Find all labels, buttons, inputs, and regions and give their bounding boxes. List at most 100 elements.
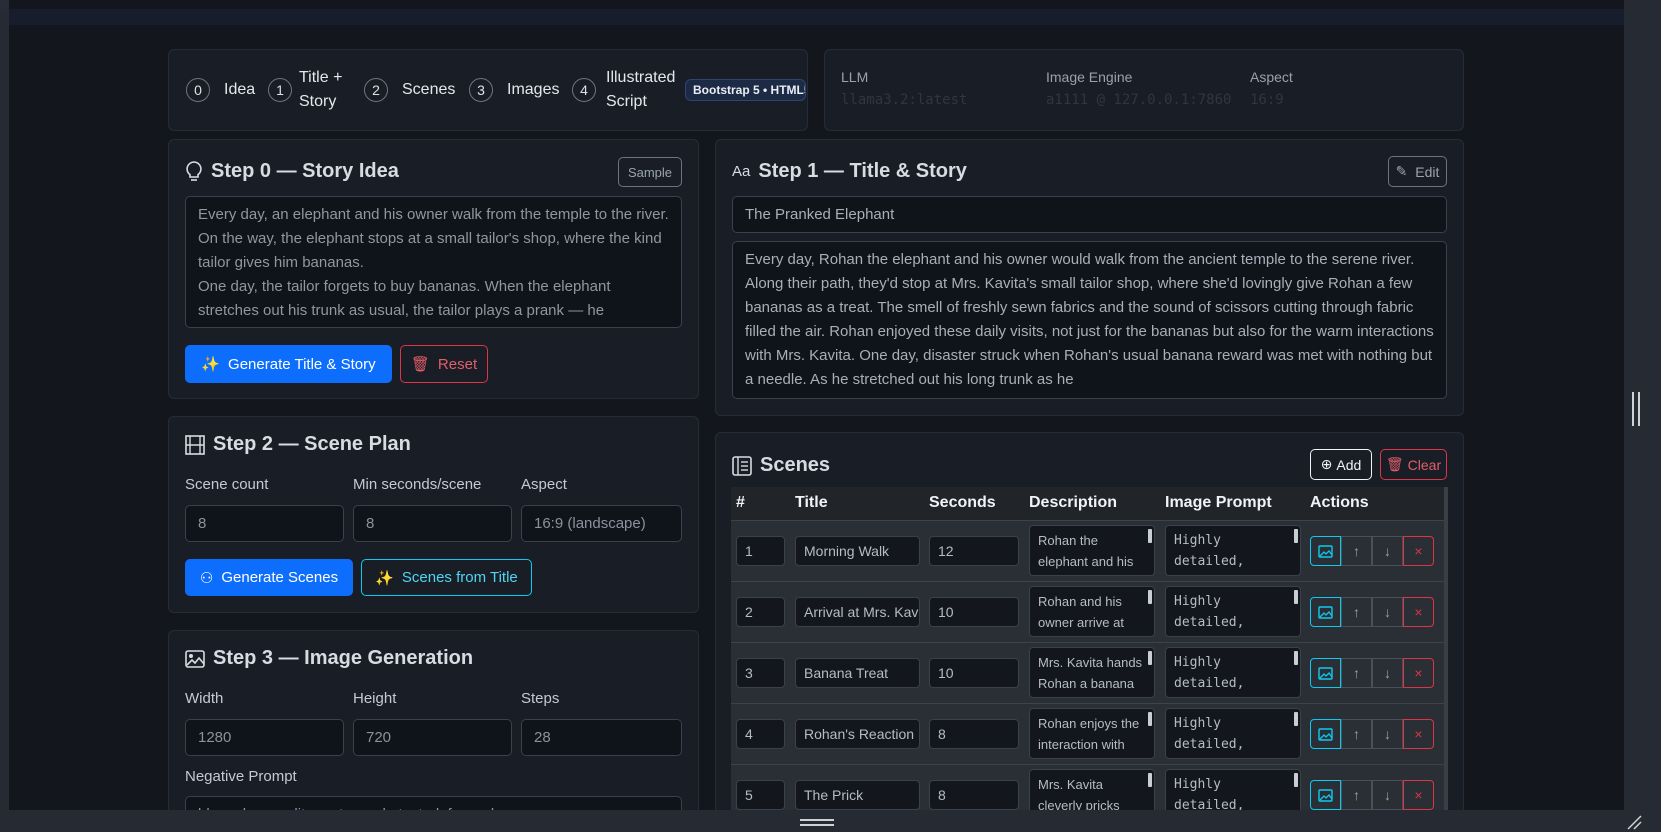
scene-image-prompt-textarea[interactable]: Highly detailed, xyxy=(1165,525,1301,576)
textarea-scrollbar[interactable] xyxy=(1148,773,1152,787)
scene-title-input[interactable]: Morning Walk xyxy=(795,536,920,566)
story-title-input[interactable]: The Pranked Elephant xyxy=(732,196,1447,233)
scene-image-prompt-textarea[interactable]: Highly detailed, xyxy=(1165,647,1301,698)
scene-seconds-input[interactable]: 8 xyxy=(929,719,1019,749)
scene-description-textarea[interactable]: Mrs. Kavita cleverly pricks xyxy=(1029,769,1155,810)
scene-seconds-input[interactable]: 12 xyxy=(929,536,1019,566)
table-scrollbar[interactable] xyxy=(1444,487,1448,810)
move-down-button[interactable]: ↓ xyxy=(1372,658,1403,688)
image-icon xyxy=(1318,666,1333,680)
table-row: 3 Banana Treat 10 Mrs. Kavita hands Roha… xyxy=(731,642,1444,703)
scene-num-input[interactable]: 2 xyxy=(736,597,785,627)
vertical-resize-handle[interactable] xyxy=(1632,392,1640,426)
generate-title-story-button[interactable]: ✨ Generate Title & Story xyxy=(185,345,392,383)
step-1-number[interactable]: 1 xyxy=(268,78,292,102)
scene-title-input[interactable]: The Prick xyxy=(795,780,920,810)
negative-prompt-textarea[interactable]: blurry, low quality, watermark, text, de… xyxy=(185,796,682,810)
scene-num-input[interactable]: 3 xyxy=(736,658,785,688)
scene-description-textarea[interactable]: Rohan the elephant and his xyxy=(1029,525,1155,576)
generate-scenes-button[interactable]: ⚇ Generate Scenes xyxy=(185,559,353,596)
generate-image-button[interactable] xyxy=(1310,719,1341,749)
step-4-label[interactable]: Illustrated Script xyxy=(606,66,675,114)
arrow-up-icon: ↑ xyxy=(1353,543,1360,559)
add-scene-button[interactable]: ⊕ Add xyxy=(1310,449,1372,480)
pencil-square-icon: ✎ xyxy=(1395,163,1408,179)
move-up-button[interactable]: ↑ xyxy=(1341,536,1372,566)
step-3-number[interactable]: 3 xyxy=(469,78,493,102)
scene-num-input[interactable]: 1 xyxy=(736,536,785,566)
generate-image-button[interactable] xyxy=(1310,536,1341,566)
move-down-button[interactable]: ↓ xyxy=(1372,719,1403,749)
delete-scene-button[interactable]: × xyxy=(1403,658,1434,688)
move-down-button[interactable]: ↓ xyxy=(1372,536,1403,566)
diagram-icon: ⚇ xyxy=(199,569,214,587)
story-idea-textarea[interactable]: Every day, an elephant and his owner wal… xyxy=(185,196,682,328)
scene-title-input[interactable]: Banana Treat xyxy=(795,658,920,688)
move-down-button[interactable]: ↓ xyxy=(1372,780,1403,810)
delete-scene-button[interactable]: × xyxy=(1403,536,1434,566)
textarea-scrollbar[interactable] xyxy=(1148,712,1152,726)
textarea-scrollbar[interactable] xyxy=(1148,651,1152,665)
story-textarea[interactable]: Every day, Rohan the elephant and his ow… xyxy=(732,241,1447,399)
width-input[interactable]: 1280 xyxy=(185,719,344,756)
trash-icon: 🗑 xyxy=(410,356,430,373)
step-0-number[interactable]: 0 xyxy=(186,78,210,102)
clear-scenes-button[interactable]: 🗑 Clear xyxy=(1380,449,1447,480)
move-down-button[interactable]: ↓ xyxy=(1372,597,1403,627)
arrow-down-icon: ↓ xyxy=(1384,726,1391,742)
lightbulb-icon xyxy=(186,160,202,181)
scene-count-input[interactable]: 8 xyxy=(185,505,344,542)
delete-scene-button[interactable]: × xyxy=(1403,719,1434,749)
min-seconds-input[interactable]: 8 xyxy=(353,505,512,542)
scene-image-prompt-textarea[interactable]: Highly detailed, xyxy=(1165,769,1301,810)
scene-title-input[interactable]: Rohan's Reaction xyxy=(795,719,920,749)
move-up-button[interactable]: ↑ xyxy=(1341,780,1372,810)
close-icon: × xyxy=(1414,726,1423,742)
step-0-label[interactable]: Idea xyxy=(224,78,255,102)
generate-image-button[interactable] xyxy=(1310,658,1341,688)
steps-input[interactable]: 28 xyxy=(521,719,682,756)
scene-title-input[interactable]: Arrival at Mrs. Kavita's xyxy=(795,597,920,627)
scene-num-input[interactable]: 5 xyxy=(736,780,785,810)
scene-description-textarea[interactable]: Mrs. Kavita hands Rohan a banana xyxy=(1029,647,1155,698)
scene-seconds-input[interactable]: 10 xyxy=(929,658,1019,688)
negative-prompt-label: Negative Prompt xyxy=(185,768,297,785)
textarea-scrollbar[interactable] xyxy=(1294,529,1298,543)
step-3-label[interactable]: Images xyxy=(507,78,559,102)
scene-description-textarea[interactable]: Rohan and his owner arrive at xyxy=(1029,586,1155,637)
generate-image-button[interactable] xyxy=(1310,597,1341,627)
textarea-scrollbar[interactable] xyxy=(1148,590,1152,604)
llm-label: LLM xyxy=(841,69,869,85)
textarea-scrollbar[interactable] xyxy=(1294,773,1298,787)
edit-button[interactable]: ✎ Edit xyxy=(1388,156,1447,187)
reset-button[interactable]: 🗑 Reset xyxy=(400,345,488,383)
textarea-scrollbar[interactable] xyxy=(1294,590,1298,604)
scene-description-textarea[interactable]: Rohan enjoys the interaction with xyxy=(1029,708,1155,759)
step-2-label[interactable]: Scenes xyxy=(402,78,455,102)
step-4-number[interactable]: 4 xyxy=(572,78,596,102)
generate-image-button[interactable] xyxy=(1310,780,1341,810)
trash-icon: 🗑 xyxy=(1385,456,1404,472)
close-icon: × xyxy=(1414,604,1423,620)
aspect-select[interactable]: 16:9 (landscape) xyxy=(521,505,682,542)
scene-image-prompt-textarea[interactable]: Highly detailed, xyxy=(1165,586,1301,637)
horizontal-resize-handle[interactable] xyxy=(800,819,834,826)
textarea-scrollbar[interactable] xyxy=(1294,651,1298,665)
scene-seconds-input[interactable]: 10 xyxy=(929,597,1019,627)
step-2-number[interactable]: 2 xyxy=(364,78,388,102)
step-1-label[interactable]: Title + Story xyxy=(299,66,342,114)
resize-corner-icon[interactable] xyxy=(1626,814,1642,830)
textarea-scrollbar[interactable] xyxy=(1294,712,1298,726)
delete-scene-button[interactable]: × xyxy=(1403,597,1434,627)
delete-scene-button[interactable]: × xyxy=(1403,780,1434,810)
sample-button[interactable]: Sample xyxy=(618,157,682,187)
move-up-button[interactable]: ↑ xyxy=(1341,719,1372,749)
move-up-button[interactable]: ↑ xyxy=(1341,658,1372,688)
move-up-button[interactable]: ↑ xyxy=(1341,597,1372,627)
height-input[interactable]: 720 xyxy=(353,719,512,756)
scene-num-input[interactable]: 4 xyxy=(736,719,785,749)
scene-image-prompt-textarea[interactable]: Highly detailed, xyxy=(1165,708,1301,759)
scene-seconds-input[interactable]: 8 xyxy=(929,780,1019,810)
scenes-from-title-button[interactable]: ✨ Scenes from Title xyxy=(361,559,532,596)
textarea-scrollbar[interactable] xyxy=(1148,529,1152,543)
